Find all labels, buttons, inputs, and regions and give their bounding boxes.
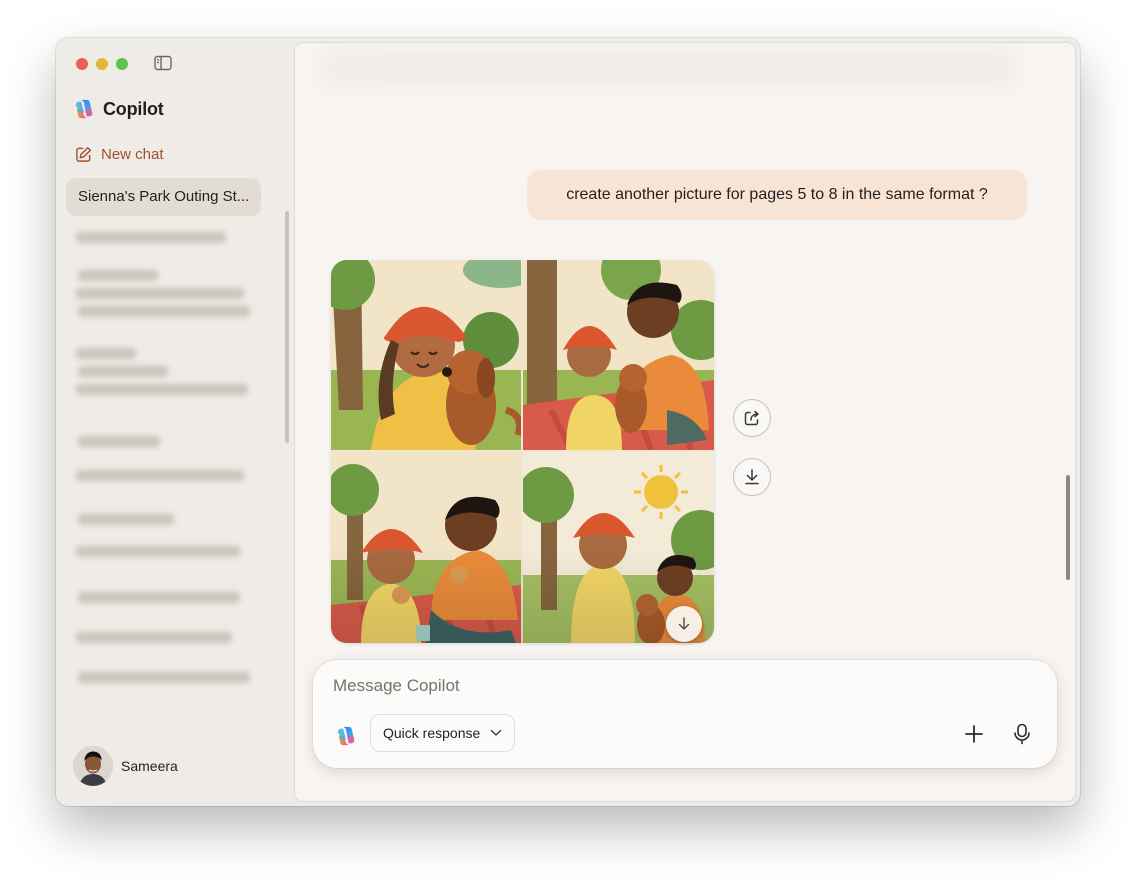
conversation-history-blurred — [74, 224, 254, 694]
chat-area: create another picture for pages 5 to 8 … — [295, 43, 1075, 801]
close-window-button[interactable] — [76, 58, 88, 70]
download-image-button[interactable] — [734, 459, 770, 495]
generated-image[interactable] — [331, 260, 714, 643]
share-icon — [744, 410, 759, 426]
new-chat-button[interactable]: New chat — [75, 144, 164, 164]
copilot-logo-icon[interactable] — [335, 725, 357, 747]
scrolled-content-fade — [325, 51, 1015, 85]
user-profile[interactable]: Sameera — [73, 746, 178, 786]
add-attachment-button[interactable] — [961, 721, 987, 747]
compose-icon — [76, 146, 92, 162]
conversation-item-active[interactable]: Sienna's Park Outing St... — [66, 178, 261, 216]
chat-scrollbar[interactable] — [1066, 475, 1070, 580]
user-message-bubble: create another picture for pages 5 to 8 … — [527, 170, 1027, 220]
plus-icon — [965, 725, 983, 743]
image-download-overlay-button[interactable] — [666, 606, 702, 642]
app-window: Copilot New chat Sienna's Park Outing St… — [56, 38, 1080, 806]
voice-input-button[interactable] — [1009, 721, 1035, 747]
chevron-down-icon — [491, 729, 502, 736]
sidebar: Copilot New chat Sienna's Park Outing St… — [56, 38, 295, 806]
app-title: Copilot — [103, 98, 164, 119]
message-composer: Quick response — [313, 660, 1057, 768]
user-avatar — [73, 746, 113, 786]
share-image-button[interactable] — [734, 400, 770, 436]
new-chat-label: New chat — [101, 145, 164, 163]
app-brand: Copilot — [73, 98, 164, 120]
copilot-logo-icon — [75, 99, 93, 119]
download-icon — [745, 469, 759, 485]
zoom-window-button[interactable] — [116, 58, 128, 70]
response-mode-label: Quick response — [383, 725, 481, 741]
minimize-window-button[interactable] — [96, 58, 108, 70]
user-name: Sameera — [121, 758, 178, 774]
arrow-down-icon — [678, 617, 690, 630]
sidebar-toggle-icon[interactable] — [154, 55, 172, 71]
message-input[interactable] — [333, 672, 1023, 700]
response-mode-select[interactable]: Quick response — [370, 714, 516, 752]
sidebar-scrollbar[interactable] — [285, 211, 289, 443]
microphone-icon — [1014, 723, 1030, 745]
